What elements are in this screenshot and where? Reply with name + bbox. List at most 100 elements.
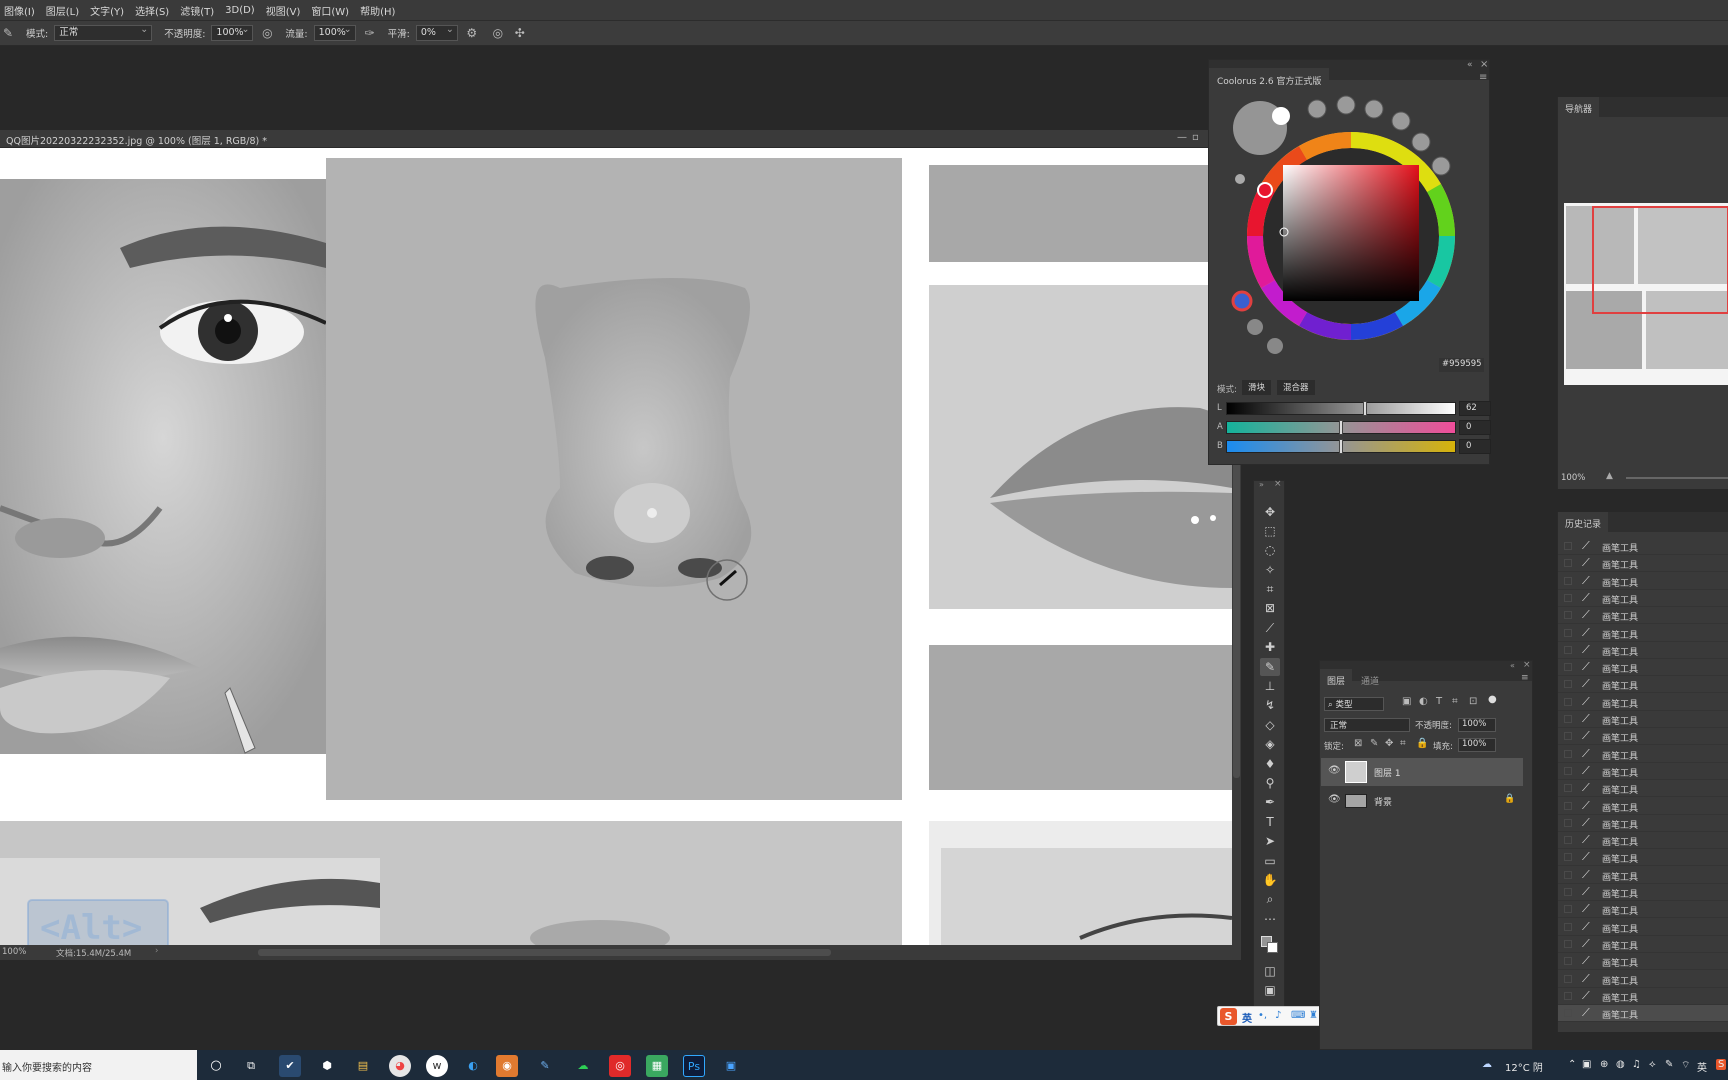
- cortana-icon[interactable]: ○: [205, 1055, 227, 1077]
- layer-opacity-input[interactable]: 100%: [1458, 718, 1496, 732]
- ime-language[interactable]: 英: [1242, 1010, 1252, 1025]
- pen-tool-icon[interactable]: ✒: [1260, 793, 1280, 811]
- tray-pen-icon[interactable]: ✎: [1665, 1059, 1673, 1070]
- smoothing-input[interactable]: 0%: [415, 23, 458, 41]
- menu-item-window[interactable]: 窗口(W): [311, 3, 349, 18]
- pressure-opacity-icon[interactable]: ◎: [259, 25, 275, 41]
- color-wheel[interactable]: [1209, 86, 1491, 376]
- menu-item-3d[interactable]: 3D(D): [225, 5, 255, 16]
- history-item[interactable]: ⟋ 画笔工具: [1558, 919, 1728, 936]
- app-cube-icon[interactable]: ⬢: [316, 1055, 338, 1077]
- history-item[interactable]: ⟋ 画笔工具: [1558, 590, 1728, 607]
- lock-artboard-icon[interactable]: ⌗: [1400, 738, 1406, 749]
- history-snapshot-checkbox[interactable]: [1564, 888, 1572, 896]
- lock-paint-icon[interactable]: ✎: [1370, 738, 1378, 749]
- history-snapshot-checkbox[interactable]: [1564, 697, 1572, 706]
- visibility-eye-icon[interactable]: 👁: [1328, 765, 1341, 776]
- task-view-icon[interactable]: ⧉: [240, 1055, 262, 1077]
- app-video-icon[interactable]: ▣: [720, 1055, 742, 1077]
- collapse-icon[interactable]: »: [1259, 480, 1264, 489]
- filter-pixel-icon[interactable]: ▣: [1402, 696, 1411, 707]
- history-item[interactable]: ⟋ 画笔工具: [1558, 676, 1728, 694]
- history-snapshot-checkbox[interactable]: [1564, 749, 1572, 758]
- edge-icon[interactable]: ◐: [462, 1055, 484, 1077]
- history-snapshot-checkbox[interactable]: [1564, 1009, 1572, 1018]
- hex-field[interactable]: #959595: [1439, 358, 1484, 372]
- app-mail-icon[interactable]: ✔: [279, 1055, 301, 1077]
- airbrush-icon[interactable]: ✑: [362, 25, 378, 41]
- slider-l[interactable]: L 62: [1217, 401, 1491, 416]
- history-snapshot-checkbox[interactable]: [1564, 680, 1572, 689]
- navigator-view-box[interactable]: [1592, 206, 1728, 314]
- minimize-icon[interactable]: —: [1177, 132, 1187, 143]
- weather-text[interactable]: 12°C 阴: [1505, 1059, 1543, 1074]
- more-tools-icon[interactable]: ⋯: [1260, 910, 1280, 928]
- history-item[interactable]: ⟋ 画笔工具: [1558, 728, 1728, 746]
- history-snapshot-checkbox[interactable]: [1564, 559, 1572, 568]
- channels-tab[interactable]: 通道: [1354, 669, 1386, 689]
- quick-mask-icon[interactable]: ◫: [1260, 962, 1280, 980]
- slider-b[interactable]: B 0: [1217, 439, 1491, 454]
- history-snapshot-checkbox[interactable]: [1564, 870, 1572, 879]
- type-tool-icon[interactable]: T: [1260, 813, 1280, 831]
- history-item[interactable]: ⟋ 画笔工具: [1558, 711, 1728, 728]
- layer-name[interactable]: 背景: [1374, 795, 1392, 808]
- flow-input[interactable]: 100%: [313, 23, 356, 41]
- history-snapshot-checkbox[interactable]: [1564, 853, 1572, 862]
- history-snapshot-checkbox[interactable]: [1564, 628, 1572, 637]
- history-snapshot-checkbox[interactable]: [1564, 593, 1572, 602]
- history-item[interactable]: ⟋ 画笔工具: [1558, 815, 1728, 832]
- layer-row[interactable]: 👁 背景 🔒: [1321, 787, 1523, 815]
- rectangle-tool-icon[interactable]: ▭: [1260, 852, 1280, 870]
- taskbar-search-input[interactable]: 输入你要搜索的内容: [0, 1050, 197, 1080]
- history-item[interactable]: ⟋ 画笔工具: [1558, 573, 1728, 590]
- history-snapshot-checkbox[interactable]: [1564, 766, 1572, 775]
- maximize-icon[interactable]: ▫: [1192, 132, 1199, 143]
- history-snapshot-checkbox[interactable]: [1564, 784, 1572, 793]
- menu-item-type[interactable]: 文字(Y): [90, 3, 124, 18]
- tray-misc-icon[interactable]: ⟡: [1649, 1059, 1656, 1070]
- tray-network-icon[interactable]: ⊕: [1600, 1059, 1608, 1070]
- tray-qq-icon[interactable]: ◍: [1616, 1059, 1625, 1070]
- history-snapshot-checkbox[interactable]: [1564, 991, 1572, 1000]
- symmetry-icon[interactable]: ✣: [512, 25, 528, 41]
- menu-item-select[interactable]: 选择(S): [135, 3, 169, 18]
- slider-l-value[interactable]: 62: [1459, 401, 1491, 416]
- blend-mode-select[interactable]: 正常: [1324, 718, 1410, 732]
- collapse-icon[interactable]: «: [1510, 661, 1515, 670]
- color-swatches-icon[interactable]: [1260, 934, 1280, 953]
- navigator-tab[interactable]: 导航器: [1558, 97, 1600, 117]
- history-item[interactable]: ⟋ 画笔工具: [1558, 884, 1728, 901]
- photoshop-icon[interactable]: Ps: [683, 1055, 705, 1077]
- menu-item-view[interactable]: 视图(V): [266, 3, 301, 18]
- input-language[interactable]: 英: [1697, 1059, 1707, 1074]
- stamp-tool-icon[interactable]: ⊥: [1260, 677, 1280, 695]
- panel-menu-icon[interactable]: ≡: [1521, 673, 1529, 683]
- history-snapshot-checkbox[interactable]: [1564, 732, 1572, 741]
- lock-all-icon[interactable]: 🔒: [1416, 738, 1428, 749]
- chrome-icon[interactable]: ◕: [389, 1055, 411, 1077]
- lock-transparency-icon[interactable]: ⊠: [1354, 738, 1362, 749]
- zoom-out-icon[interactable]: ▲: [1606, 471, 1613, 481]
- healing-brush-icon[interactable]: ✚: [1260, 638, 1280, 656]
- slider-a-value[interactable]: 0: [1459, 420, 1491, 435]
- screen-mode-icon[interactable]: ▣: [1260, 981, 1280, 999]
- canvas[interactable]: <Alt>: [0, 148, 1232, 945]
- history-item[interactable]: ⟋ 画笔工具: [1558, 901, 1728, 919]
- wechat-icon[interactable]: ☁: [572, 1055, 594, 1077]
- history-item[interactable]: ⟋ 画笔工具: [1558, 780, 1728, 798]
- slider-mode-button[interactable]: 滑块: [1242, 380, 1272, 395]
- history-item[interactable]: ⟋ 画笔工具: [1558, 867, 1728, 884]
- eyedropper-icon[interactable]: ⟋: [1260, 619, 1280, 637]
- file-explorer-icon[interactable]: ▤: [352, 1055, 374, 1077]
- tray-wifi-icon[interactable]: ⌔: [1681, 1059, 1690, 1072]
- slider-b-value[interactable]: 0: [1459, 439, 1491, 454]
- gear-icon[interactable]: ⚙: [464, 25, 480, 41]
- history-tab[interactable]: 历史记录: [1558, 512, 1609, 532]
- layers-tab[interactable]: 图层: [1320, 669, 1353, 689]
- horizontal-scrollbar[interactable]: [258, 949, 831, 956]
- history-snapshot-checkbox[interactable]: [1564, 974, 1572, 983]
- zoom-slider[interactable]: [1626, 477, 1728, 479]
- lasso-tool-icon[interactable]: ◌: [1260, 541, 1280, 559]
- keyboard-icon[interactable]: ⌨: [1291, 1010, 1305, 1021]
